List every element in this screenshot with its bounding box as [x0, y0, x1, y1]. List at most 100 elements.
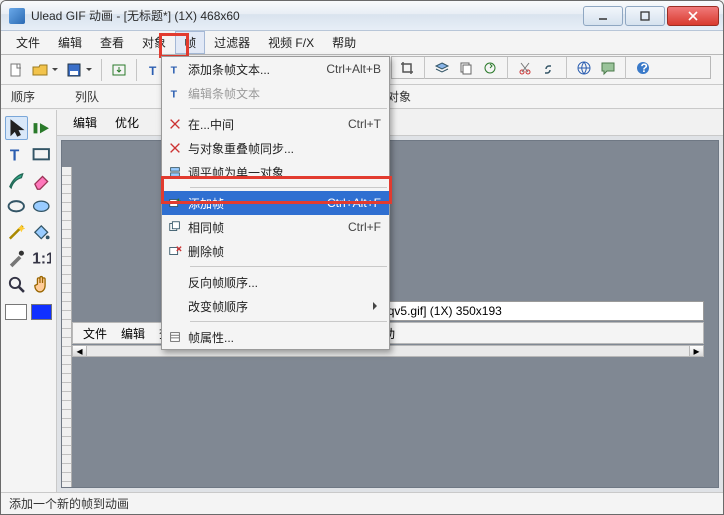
tool-zoom[interactable] — [5, 272, 28, 296]
tab-edit[interactable]: 编辑 — [73, 114, 97, 131]
swatch-1[interactable] — [31, 304, 53, 320]
merge-icon — [162, 165, 188, 179]
menu-4[interactable]: 帧 — [175, 31, 205, 54]
menu-0[interactable]: 文件 — [7, 31, 49, 54]
svg-text:T: T — [10, 147, 20, 164]
open-button[interactable] — [29, 59, 61, 81]
prop-order-label: 顺序 — [11, 88, 35, 105]
frame-del-icon — [162, 244, 188, 258]
window-buttons — [583, 6, 719, 26]
tool-one-one[interactable]: 1:1 — [30, 246, 53, 270]
canvas-area[interactable]: ahzrieog209q05dqv5.gif] (1X) 350x193 文件编… — [61, 140, 719, 488]
menu-item-8[interactable]: 相同帧 Ctrl+F — [162, 215, 389, 239]
work-main: 编辑 优化 ahzrieog209q05dqv5.gif] (1X) 350x1… — [57, 110, 723, 492]
svg-text:T: T — [149, 64, 157, 78]
frame-dup-icon — [162, 220, 188, 234]
sync-button[interactable] — [479, 57, 501, 79]
menu-item-label: 相同帧 — [188, 219, 338, 236]
tool-hand[interactable] — [30, 272, 53, 296]
menu-item-label: 添加条帧文本... — [188, 61, 316, 78]
save-button[interactable] — [63, 59, 95, 81]
tab-optimize[interactable]: 优化 — [115, 114, 139, 131]
cross-icon — [162, 141, 188, 155]
help-button[interactable]: ? — [632, 57, 654, 79]
globe-button[interactable] — [573, 57, 595, 79]
menu-5[interactable]: 过滤器 — [205, 31, 259, 54]
menu-item-11[interactable]: 反向帧顺序... — [162, 270, 389, 294]
work-tabs: 编辑 优化 — [57, 110, 723, 136]
copy-button[interactable] — [455, 57, 477, 79]
tool-brush[interactable] — [5, 168, 28, 192]
menu-item-12[interactable]: 改变帧顺序 — [162, 294, 389, 318]
menu-item-shortcut: Ctrl+Alt+F — [327, 196, 381, 210]
prop-queue-label: 列队 — [75, 88, 99, 105]
app-window: Ulead GIF 动画 - [无标题*] (1X) 468x60 文件编辑查看… — [0, 0, 724, 515]
tool-pointer[interactable] — [5, 116, 28, 140]
crop-button[interactable] — [396, 57, 418, 79]
app-icon — [9, 8, 25, 24]
cross-icon — [162, 117, 188, 131]
inner-menu-1[interactable]: 编辑 — [121, 325, 145, 342]
props-icon — [162, 330, 188, 344]
tool-ellipse2[interactable] — [30, 194, 53, 218]
menu-item-label: 改变帧顺序 — [188, 298, 381, 315]
menu-item-label: 添加帧 — [188, 195, 317, 212]
scroll-left-icon[interactable]: ◂ — [73, 346, 87, 356]
status-text: 添加一个新的帧到动画 — [9, 495, 129, 512]
svg-text:?: ? — [641, 61, 648, 75]
tool-ellipse[interactable] — [5, 194, 28, 218]
menu-item-9[interactable]: 删除帧 — [162, 239, 389, 263]
menu-2[interactable]: 查看 — [91, 31, 133, 54]
close-button[interactable] — [667, 6, 719, 26]
menu-1[interactable]: 编辑 — [49, 31, 91, 54]
menu-item-label: 与对象重叠帧同步... — [188, 140, 381, 157]
menu-item-shortcut: Ctrl+Alt+B — [326, 62, 381, 76]
secondary-toolbar: ? — [391, 56, 711, 79]
menu-3[interactable]: 对象 — [133, 31, 175, 54]
tool-fill[interactable] — [30, 220, 53, 244]
new-button[interactable] — [5, 59, 27, 81]
menu-item-0[interactable]: T 添加条帧文本... Ctrl+Alt+B — [162, 57, 389, 81]
tool-picker[interactable] — [5, 246, 28, 270]
menu-item-label: 反向帧顺序... — [188, 274, 381, 291]
layers-button[interactable] — [431, 57, 453, 79]
import-button[interactable] — [108, 59, 130, 81]
inner-menu-0[interactable]: 文件 — [83, 325, 107, 342]
menu-item-1: T 编辑条帧文本 — [162, 81, 389, 105]
text-icon: T — [162, 86, 188, 100]
menu-item-3[interactable]: 在...中间Ctrl+T — [162, 112, 389, 136]
tool-text[interactable]: T — [5, 142, 28, 166]
text-icon: T — [162, 62, 188, 76]
ruler-vertical — [62, 167, 72, 487]
menu-7[interactable]: 帮助 — [323, 31, 365, 54]
svg-text:T: T — [171, 88, 178, 100]
svg-text:T: T — [171, 64, 178, 76]
frame-add-icon — [162, 196, 188, 210]
tool-play[interactable] — [30, 116, 53, 140]
menu-item-label: 编辑条帧文本 — [188, 85, 381, 102]
menu-6[interactable]: 视频 F/X — [259, 31, 323, 54]
minimize-button[interactable] — [583, 6, 623, 26]
menu-item-label: 调平帧为单一对象 — [188, 164, 381, 181]
menu-item-label: 删除帧 — [188, 243, 381, 260]
menu-item-5[interactable]: 调平帧为单一对象 — [162, 160, 389, 184]
chat-button[interactable] — [597, 57, 619, 79]
svg-text:1:1: 1:1 — [32, 250, 51, 267]
menu-item-14[interactable]: 帧属性... — [162, 325, 389, 349]
link-button[interactable] — [538, 57, 560, 79]
tool-rect[interactable] — [30, 142, 53, 166]
menu-item-4[interactable]: 与对象重叠帧同步... — [162, 136, 389, 160]
maximize-button[interactable] — [625, 6, 665, 26]
menu-item-shortcut: Ctrl+F — [348, 220, 381, 234]
status-bar: 添加一个新的帧到动画 — [1, 492, 723, 514]
toolbox: T 1:1 — [1, 110, 57, 492]
menu-item-label: 帧属性... — [188, 329, 381, 346]
window-title: Ulead GIF 动画 - [无标题*] (1X) 468x60 — [31, 7, 583, 24]
scroll-right-icon[interactable]: ▸ — [689, 346, 703, 356]
tool-eraser[interactable] — [30, 168, 53, 192]
tool-wand[interactable] — [5, 220, 28, 244]
cut-button[interactable] — [514, 57, 536, 79]
menu-item-7[interactable]: 添加帧 Ctrl+Alt+F — [162, 191, 389, 215]
swatch-0[interactable] — [5, 304, 27, 320]
menu-item-shortcut: Ctrl+T — [348, 117, 381, 131]
